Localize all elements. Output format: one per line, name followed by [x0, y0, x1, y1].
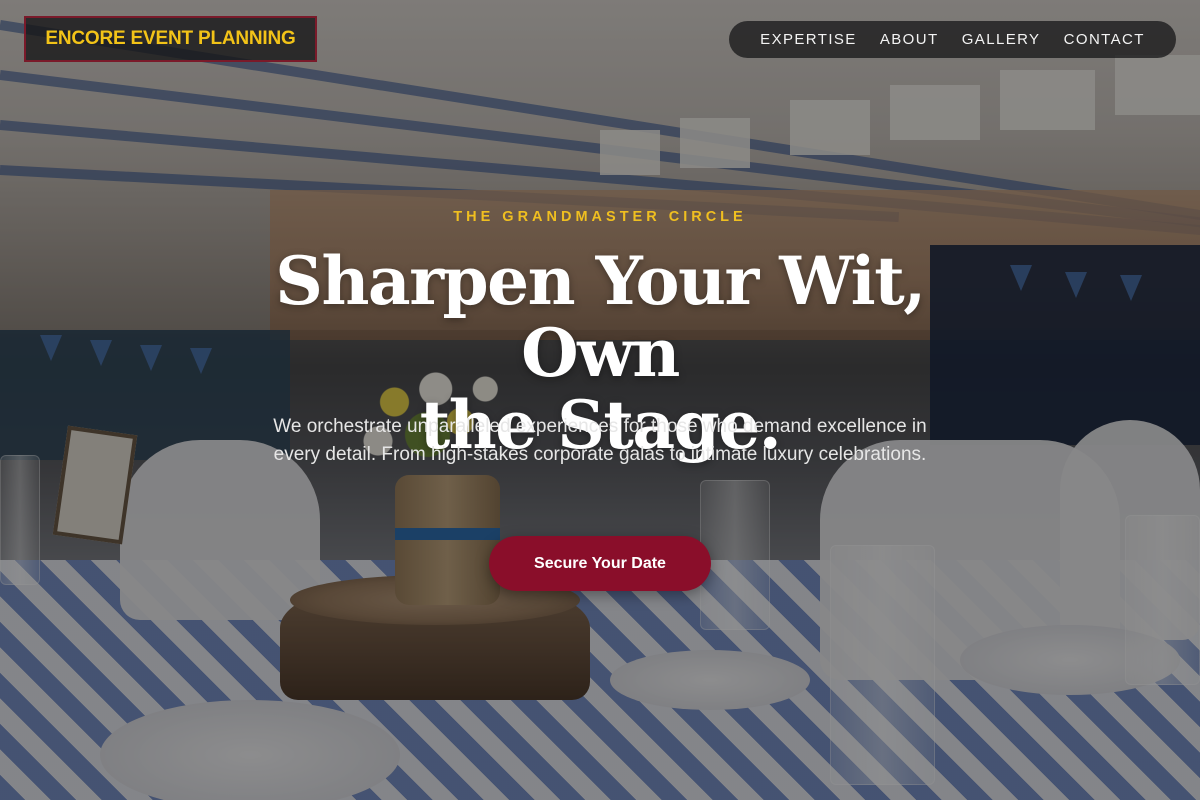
hero-section: ENCORE EVENT PLANNING EXPERTISE ABOUT GA… — [0, 0, 1200, 800]
hero-subtext: We orchestrate unparalleled experiences … — [273, 416, 927, 465]
hero-eyebrow: THE GRANDMASTER CIRCLE — [453, 209, 747, 225]
hero-content: THE GRANDMASTER CIRCLE Sharpen Your Wit,… — [0, 0, 1200, 800]
secure-date-button[interactable]: Secure Your Date — [489, 536, 711, 591]
hero-headline-line-1: Sharpen Your Wit, Own — [275, 242, 926, 392]
